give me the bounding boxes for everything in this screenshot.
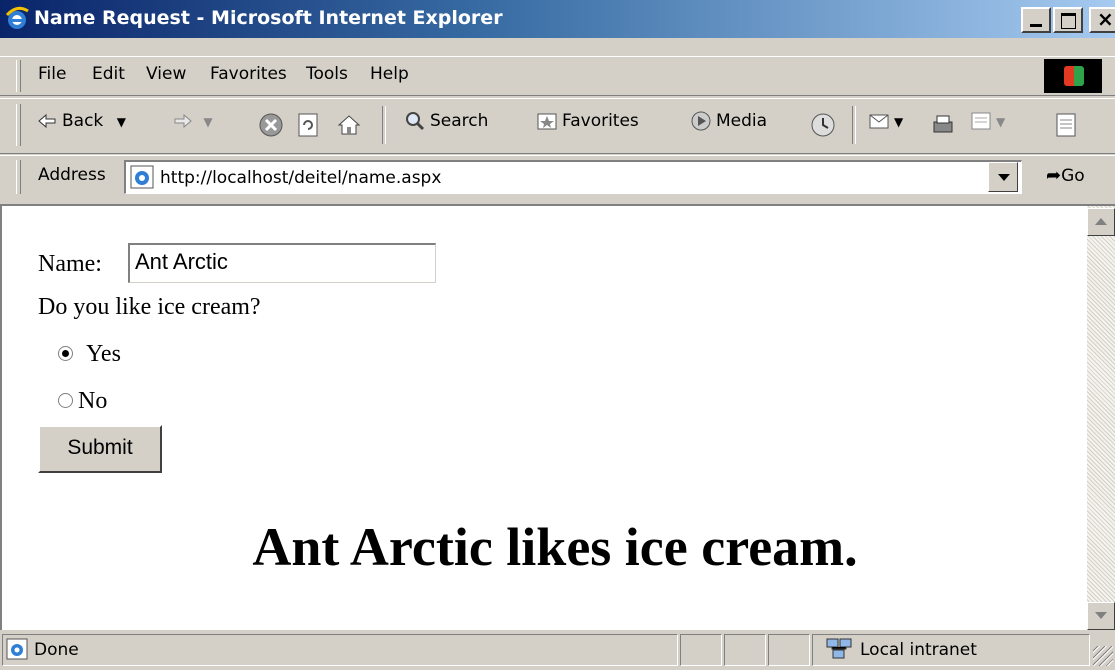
back-button[interactable]: Back ▼ xyxy=(36,110,126,132)
back-arrow-icon xyxy=(38,113,56,129)
menu-grip[interactable] xyxy=(16,60,21,92)
stop-icon[interactable] xyxy=(258,112,284,138)
forward-button[interactable]: ▼ xyxy=(172,110,213,132)
resize-grip[interactable] xyxy=(1093,646,1113,666)
forward-arrow-icon xyxy=(174,113,192,129)
favorites-button[interactable]: Favorites xyxy=(536,110,639,132)
toolbar-grip[interactable] xyxy=(16,104,21,146)
toolbar-separator xyxy=(852,106,856,144)
back-label: Back xyxy=(62,111,104,131)
menu-view[interactable]: View xyxy=(146,64,186,84)
maximize-button[interactable] xyxy=(1053,7,1083,33)
status-text: Done xyxy=(34,640,79,660)
close-button[interactable]: × xyxy=(1089,7,1115,33)
status-text-panel xyxy=(2,634,678,666)
home-icon[interactable] xyxy=(336,112,362,138)
windows-logo-throbber xyxy=(1044,59,1102,93)
refresh-icon[interactable] xyxy=(296,112,320,138)
mail-button[interactable]: ▼ xyxy=(868,110,903,132)
media-icon xyxy=(691,111,711,131)
back-dropdown-icon[interactable]: ▼ xyxy=(117,115,126,129)
favorites-label: Favorites xyxy=(562,111,639,131)
go-arrow-icon: ➦ xyxy=(1046,165,1062,186)
search-icon xyxy=(406,112,425,131)
address-input[interactable]: http://localhost/deitel/name.aspx xyxy=(124,160,1022,194)
window-title: Name Request - Microsoft Internet Explor… xyxy=(34,7,503,29)
mail-icon xyxy=(869,114,889,129)
internet-explorer-icon xyxy=(5,6,29,29)
browser-window: Name Request - Microsoft Internet Explor… xyxy=(0,0,1115,670)
go-label: Go xyxy=(1061,166,1085,186)
menu-tools[interactable]: Tools xyxy=(306,64,348,84)
forward-dropdown-icon[interactable]: ▼ xyxy=(203,115,212,129)
menu-edit[interactable]: Edit xyxy=(92,64,125,84)
page-done-icon xyxy=(6,638,28,660)
radio-no[interactable] xyxy=(58,393,73,408)
name-input[interactable]: Ant Arctic xyxy=(128,243,436,283)
media-label: Media xyxy=(716,111,768,131)
minimize-button[interactable] xyxy=(1021,7,1051,33)
toolbar-separator xyxy=(382,106,386,144)
menu-favorites[interactable]: Favorites xyxy=(210,64,287,84)
status-panel xyxy=(724,634,766,666)
windows-flag-icon xyxy=(1064,66,1084,86)
address-dropdown-button[interactable] xyxy=(988,162,1018,192)
edit-button[interactable]: ▼ xyxy=(970,110,1005,132)
ice-cream-question: Do you like ice cream? xyxy=(38,294,261,320)
name-label: Name: xyxy=(38,251,102,277)
print-icon[interactable] xyxy=(930,112,956,138)
menu-help[interactable]: Help xyxy=(370,64,409,84)
radio-yes[interactable] xyxy=(58,346,73,361)
history-icon[interactable] xyxy=(810,112,836,138)
search-button[interactable]: Search xyxy=(404,110,488,132)
menu-file[interactable]: File xyxy=(38,64,66,84)
close-icon: × xyxy=(1097,7,1114,31)
title-bar[interactable]: Name Request - Microsoft Internet Explor… xyxy=(0,0,1115,38)
address-grip[interactable] xyxy=(16,160,21,194)
edit-dropdown-icon[interactable]: ▼ xyxy=(996,115,1005,129)
go-button[interactable]: ➦Go xyxy=(1046,165,1085,186)
submit-button[interactable]: Submit xyxy=(38,425,162,473)
search-label: Search xyxy=(430,111,489,131)
zone-label: Local intranet xyxy=(860,640,977,660)
edit-icon xyxy=(971,112,991,130)
discuss-icon[interactable] xyxy=(1054,112,1078,138)
page-icon xyxy=(130,165,154,189)
local-intranet-icon xyxy=(826,638,852,659)
status-panel xyxy=(680,634,722,666)
media-button[interactable]: Media xyxy=(690,110,767,132)
radio-yes-label[interactable]: Yes xyxy=(86,341,121,368)
address-url: http://localhost/deitel/name.aspx xyxy=(160,168,442,188)
scroll-down-button[interactable] xyxy=(1087,602,1115,630)
favorites-star-icon xyxy=(537,113,557,130)
mail-dropdown-icon[interactable]: ▼ xyxy=(894,115,903,129)
status-panel xyxy=(768,634,810,666)
radio-no-label[interactable]: No xyxy=(78,388,107,415)
result-message: Ant Arctic likes ice cream. xyxy=(252,517,858,577)
address-label: Address xyxy=(38,165,106,185)
scroll-up-button[interactable] xyxy=(1087,208,1115,236)
